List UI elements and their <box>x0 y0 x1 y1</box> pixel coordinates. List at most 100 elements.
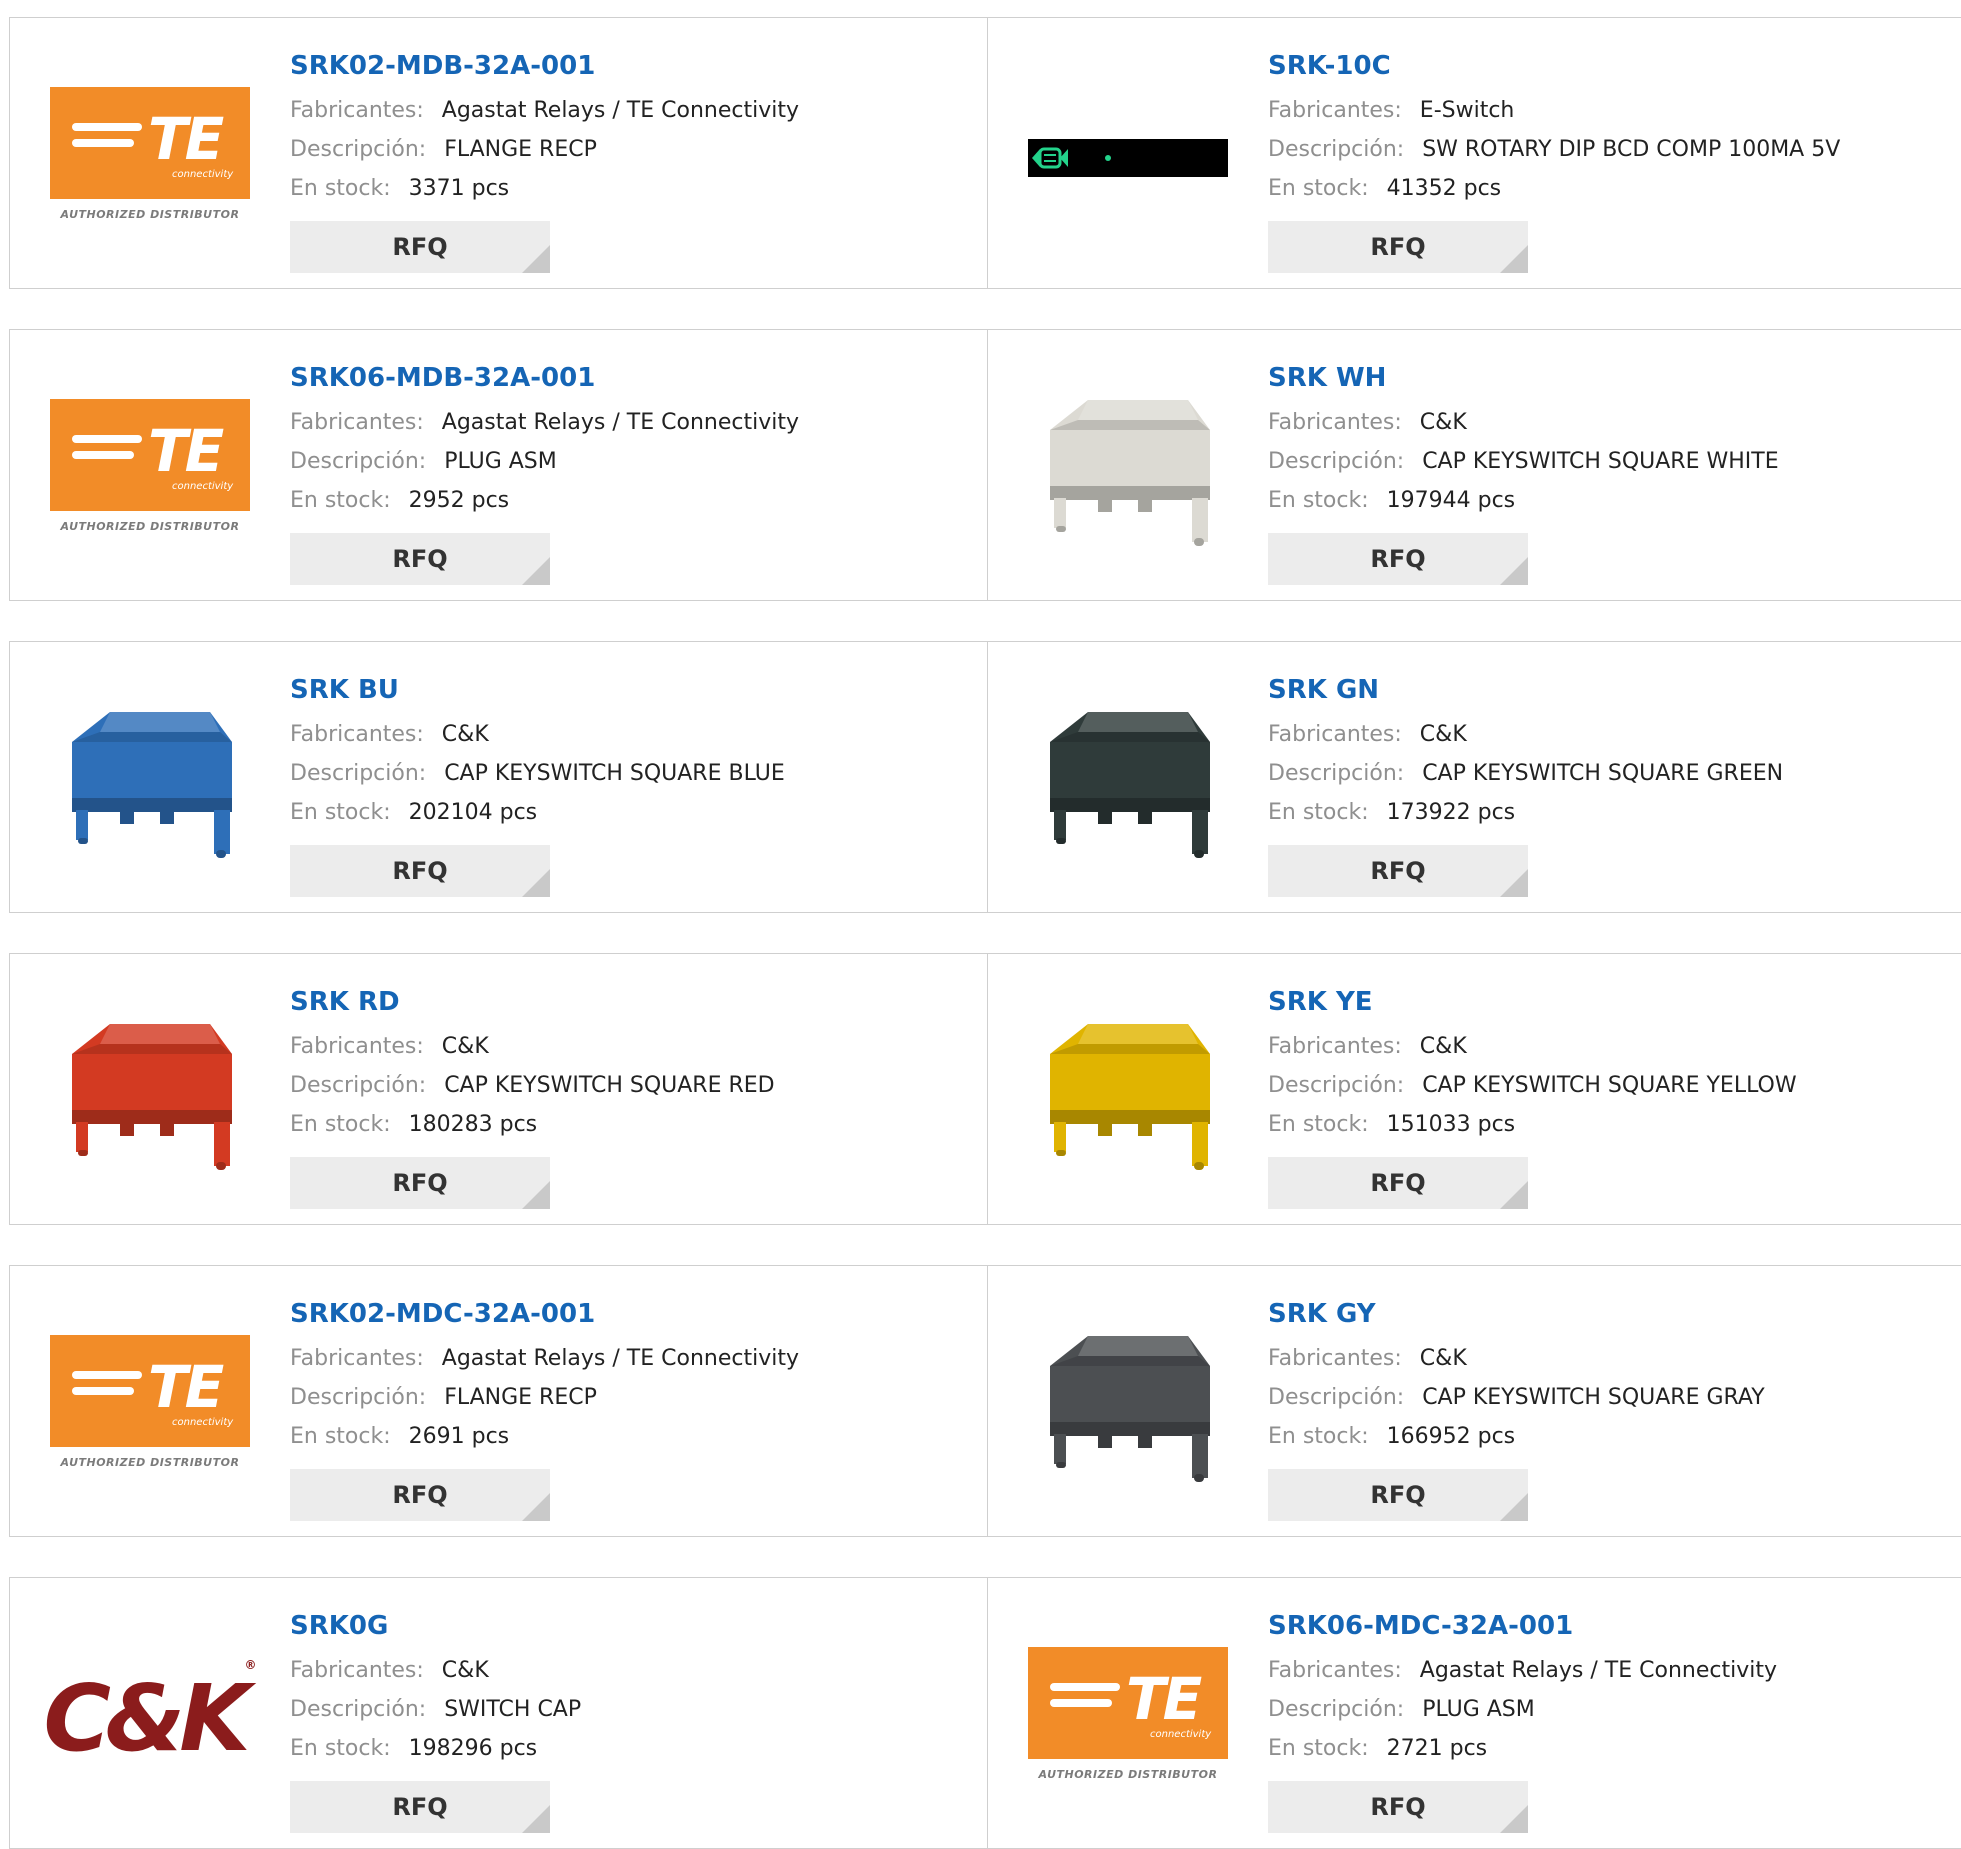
stock-value: 41352 pcs <box>1386 176 1502 201</box>
rfq-button[interactable]: RFQ <box>1268 221 1528 273</box>
manufacturer-value: Agastat Relays / TE Connectivity <box>441 1346 799 1371</box>
stock-row: En stock: 3371 pcs <box>290 170 967 207</box>
corner-triangle-icon <box>1500 245 1528 273</box>
product-card: TE connectivity AUTHORIZED DISTRIBUTOR S… <box>10 1266 988 1536</box>
stock-value: 173922 pcs <box>1386 800 1516 825</box>
description-value: CAP KEYSWITCH SQUARE YELLOW <box>1422 1073 1797 1098</box>
product-card: SRK-10C Fabricantes: E-Switch Descripción… <box>988 18 1961 288</box>
product-thumbnail[interactable]: C&K ® <box>43 1618 257 1818</box>
rfq-label: RFQ <box>1370 233 1426 261</box>
product-part-link[interactable]: SRK06-MDB-32A-001 <box>290 360 967 396</box>
manufacturer-label: Fabricantes: <box>290 410 424 435</box>
description-row: Descripción: PLUG ASM <box>1268 1691 1950 1728</box>
corner-triangle-icon <box>522 1493 550 1521</box>
rfq-button[interactable]: RFQ <box>290 533 550 585</box>
rfq-button[interactable]: RFQ <box>1268 533 1528 585</box>
product-thumbnail[interactable] <box>1028 58 1228 258</box>
rotary-dip-switch-image <box>1028 139 1228 177</box>
description-value: CAP KEYSWITCH SQUARE WHITE <box>1422 449 1779 474</box>
product-part-link[interactable]: SRK02-MDC-32A-001 <box>290 1296 967 1332</box>
rfq-label: RFQ <box>1370 545 1426 573</box>
stock-row: En stock: 202104 pcs <box>290 794 967 831</box>
description-label: Descripción: <box>290 137 427 162</box>
product-thumbnail[interactable] <box>50 994 250 1194</box>
rfq-button[interactable]: RFQ <box>1268 1469 1528 1521</box>
description-value: FLANGE RECP <box>444 137 597 162</box>
description-label: Descripción: <box>1268 761 1405 786</box>
rfq-button[interactable]: RFQ <box>290 1781 550 1833</box>
stock-label: En stock: <box>1268 800 1369 825</box>
product-part-link[interactable]: SRK GY <box>1268 1296 1950 1332</box>
product-thumbnail[interactable] <box>1028 994 1228 1194</box>
description-row: Descripción: CAP KEYSWITCH SQUARE GRAY <box>1268 1379 1950 1416</box>
stock-value: 2691 pcs <box>408 1424 510 1449</box>
stock-row: En stock: 198296 pcs <box>290 1730 967 1767</box>
corner-triangle-icon <box>1500 557 1528 585</box>
product-part-link[interactable]: SRK06-MDC-32A-001 <box>1268 1608 1950 1644</box>
keycap-image <box>1028 680 1228 884</box>
product-thumbnail[interactable] <box>1028 1306 1228 1506</box>
stock-label: En stock: <box>1268 1112 1369 1137</box>
rfq-label: RFQ <box>392 1481 448 1509</box>
stock-label: En stock: <box>1268 1424 1369 1449</box>
rfq-button[interactable]: RFQ <box>290 1469 550 1521</box>
description-value: CAP KEYSWITCH SQUARE GRAY <box>1422 1385 1765 1410</box>
te-connectivity-logo: TE connectivity AUTHORIZED DISTRIBUTOR <box>1028 1647 1228 1789</box>
product-part-link[interactable]: SRK GN <box>1268 672 1950 708</box>
rfq-button[interactable]: RFQ <box>1268 1781 1528 1833</box>
product-card: SRK GN Fabricantes: C&K Descripción: CAP K… <box>988 642 1961 912</box>
ck-logo: C&K ® <box>43 1658 257 1772</box>
te-connectivity-logo: TE connectivity AUTHORIZED DISTRIBUTOR <box>50 87 250 229</box>
product-part-link[interactable]: SRK RD <box>290 984 967 1020</box>
product-part-link[interactable]: SRK BU <box>290 672 967 708</box>
product-thumbnail[interactable]: TE connectivity AUTHORIZED DISTRIBUTOR <box>50 58 250 258</box>
manufacturer-row: Fabricantes: C&K <box>1268 1028 1950 1065</box>
stock-label: En stock: <box>290 800 391 825</box>
manufacturer-row: Fabricantes: C&K <box>1268 404 1950 441</box>
manufacturer-label: Fabricantes: <box>1268 98 1402 123</box>
product-thumbnail[interactable] <box>50 682 250 882</box>
manufacturer-row: Fabricantes: C&K <box>290 1652 967 1689</box>
description-label: Descripción: <box>290 449 427 474</box>
product-part-link[interactable]: SRK YE <box>1268 984 1950 1020</box>
manufacturer-value: Agastat Relays / TE Connectivity <box>1419 1658 1777 1683</box>
product-thumbnail[interactable] <box>1028 370 1228 570</box>
description-row: Descripción: FLANGE RECP <box>290 131 967 168</box>
rfq-button[interactable]: RFQ <box>290 845 550 897</box>
product-grid: TE connectivity AUTHORIZED DISTRIBUTOR S… <box>0 0 1961 1849</box>
product-card: SRK GY Fabricantes: C&K Descripción: CAP K… <box>988 1266 1961 1536</box>
product-thumbnail[interactable]: TE connectivity AUTHORIZED DISTRIBUTOR <box>50 370 250 570</box>
manufacturer-row: Fabricantes: Agastat Relays / TE Connecti… <box>1268 1652 1950 1689</box>
description-label: Descripción: <box>1268 449 1405 474</box>
description-label: Descripción: <box>290 1073 427 1098</box>
description-row: Descripción: SWITCH CAP <box>290 1691 967 1728</box>
product-thumbnail[interactable]: TE connectivity AUTHORIZED DISTRIBUTOR <box>50 1306 250 1506</box>
manufacturer-label: Fabricantes: <box>290 1346 424 1371</box>
product-thumbnail[interactable]: TE connectivity AUTHORIZED DISTRIBUTOR <box>1028 1618 1228 1818</box>
manufacturer-label: Fabricantes: <box>290 1658 424 1683</box>
stock-label: En stock: <box>290 488 391 513</box>
manufacturer-label: Fabricantes: <box>1268 410 1402 435</box>
stock-row: En stock: 180283 pcs <box>290 1106 967 1143</box>
product-part-link[interactable]: SRK0G <box>290 1608 967 1644</box>
rfq-button[interactable]: RFQ <box>1268 1157 1528 1209</box>
keycap-image <box>50 680 250 884</box>
product-part-link[interactable]: SRK02-MDB-32A-001 <box>290 48 967 84</box>
product-row: C&K ® SRK0G Fabricantes: C&K Descripción: S… <box>9 1577 1961 1849</box>
product-part-link[interactable]: SRK WH <box>1268 360 1950 396</box>
product-card: TE connectivity AUTHORIZED DISTRIBUTOR S… <box>988 1578 1961 1848</box>
stock-label: En stock: <box>1268 1736 1369 1761</box>
description-label: Descripción: <box>1268 1073 1405 1098</box>
stock-value: 151033 pcs <box>1386 1112 1516 1137</box>
manufacturer-label: Fabricantes: <box>1268 722 1402 747</box>
stock-row: En stock: 2952 pcs <box>290 482 967 519</box>
rfq-button[interactable]: RFQ <box>290 221 550 273</box>
rfq-button[interactable]: RFQ <box>1268 845 1528 897</box>
keycap-image <box>50 992 250 1196</box>
rfq-button[interactable]: RFQ <box>290 1157 550 1209</box>
description-row: Descripción: CAP KEYSWITCH SQUARE RED <box>290 1067 967 1104</box>
stock-value: 2721 pcs <box>1386 1736 1488 1761</box>
manufacturer-label: Fabricantes: <box>1268 1034 1402 1059</box>
product-part-link[interactable]: SRK-10C <box>1268 48 1950 84</box>
product-thumbnail[interactable] <box>1028 682 1228 882</box>
